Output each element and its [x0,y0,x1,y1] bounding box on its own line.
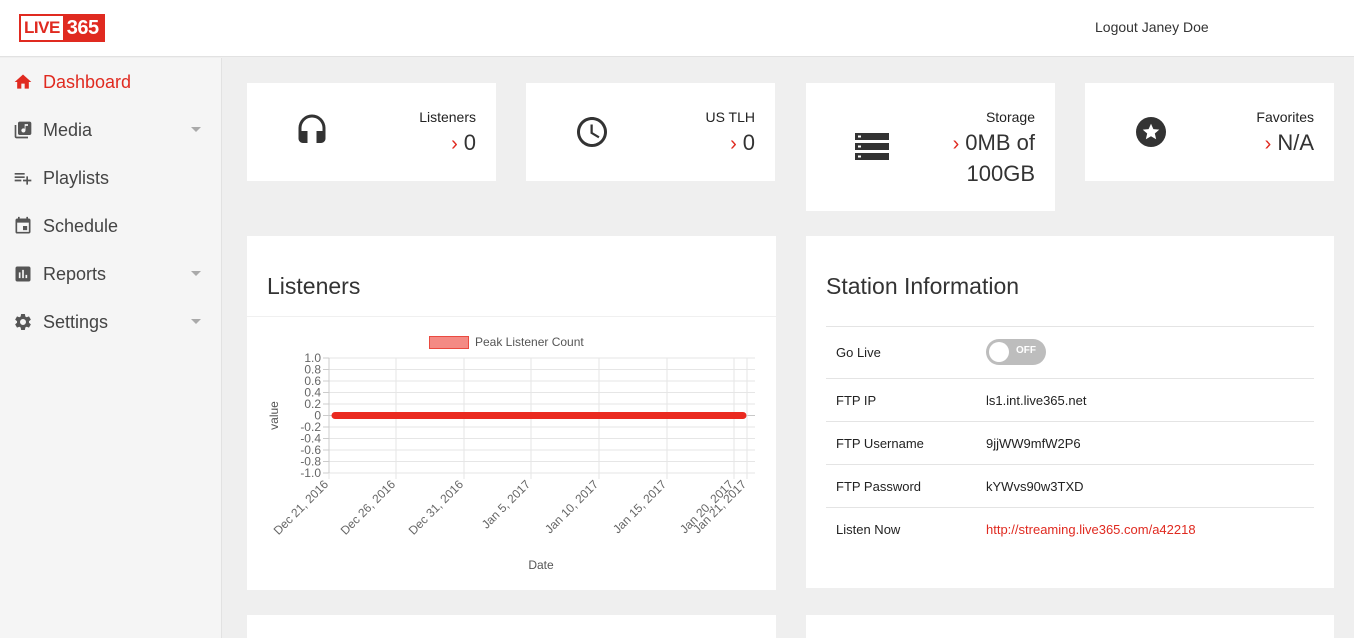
logo-number-text: 365 [62,16,103,40]
storage-used: 0MB of [965,130,1035,155]
playlist-add-icon [13,168,33,188]
sidebar-item-label: Settings [43,311,109,332]
info-value: ls1.int.live365.net [986,393,1087,408]
listeners-chart: 1.00.80.60.40.20-0.2-0.4-0.6-0.8-1.0Dec … [267,351,755,572]
info-key: Listen Now [836,522,901,537]
info-key: FTP IP [836,393,877,408]
favorites-count: N/A [1277,130,1314,155]
logo-live-text: LIVE [21,16,63,40]
storage-total: 100GB [966,161,1036,186]
info-row-go-live: Go Live OFF [826,326,1314,378]
info-key: Go Live [836,345,881,360]
x-axis-label: Date [528,558,554,572]
sidebar: Dashboard Media Playlists Schedule Repor… [0,58,222,638]
sidebar-item-label: Media [43,119,93,140]
stat-label: Storage [985,109,1035,125]
chevron-right-icon: › [730,133,737,155]
info-row-ftp-username: FTP Username 9jjWW9mfW2P6 [826,421,1314,464]
media-library-icon [13,120,33,140]
info-key: FTP Password [836,479,922,494]
sidebar-item-reports[interactable]: Reports [0,250,221,298]
info-row-ftp-password: FTP Password kYWvs90w3TXD [826,464,1314,507]
listeners-count: 0 [463,130,476,155]
home-icon [13,72,33,92]
storage-icon [854,129,890,165]
info-row-ftp-ip: FTP IP ls1.int.live365.net [826,378,1314,421]
live365-logo[interactable]: LIVE 365 [19,14,105,42]
star-icon [1133,114,1169,150]
listeners-stat-card: Listeners › 0 [247,83,496,181]
logout-link[interactable]: Logout [1095,19,1138,35]
toggle-label: OFF [1016,345,1036,356]
tlh-count: 0 [742,130,755,155]
stat-label: Favorites [1256,109,1314,125]
stat-value[interactable]: › 0 [451,128,476,159]
tlh-stat-card: US TLH › 0 [526,83,775,181]
listeners-panel: Listeners Peak Listener Count 1.0 0.8 0.6 0… [247,236,776,590]
x-tick-label: Dec 21, 2016 [271,477,332,538]
chevron-down-icon[interactable] [191,127,201,132]
panel-title: Station Information [826,273,1020,299]
toggle-knob [989,342,1009,362]
lower-panel-right [806,615,1334,638]
stat-value[interactable]: › 0 [730,128,755,159]
sidebar-item-label: Dashboard [43,71,132,92]
chevron-down-icon[interactable] [191,271,201,276]
listen-now-link[interactable]: http://streaming.live365.com/a42218 [986,522,1196,537]
sidebar-item-label: Playlists [43,167,110,188]
sidebar-item-playlists[interactable]: Playlists [0,154,221,202]
chevron-right-icon: › [1264,133,1272,155]
bar-chart-icon [13,264,33,284]
stat-label: US TLH [705,109,755,125]
go-live-toggle[interactable]: OFF [986,339,1046,365]
top-header: LIVE 365 Logout Janey Doe [0,0,1354,57]
sidebar-item-label: Reports [43,263,107,284]
y-tick-label: -1.0 [300,466,321,480]
user-name-link[interactable]: Janey Doe [1142,19,1209,35]
x-tick-label: Jan 15, 2017 [610,477,669,536]
info-row-listen-now: Listen Now http://streaming.live365.com/… [826,507,1314,550]
y-axis-label: value [267,401,281,430]
favorites-stat-card: Favorites › N/A [1085,83,1334,181]
x-tick-label: Dec 31, 2016 [406,477,467,538]
x-tick-label: Jan 10, 2017 [542,477,601,536]
sidebar-item-media[interactable]: Media [0,106,221,154]
header-user-links: Logout Janey Doe [1095,19,1209,35]
sidebar-item-settings[interactable]: Settings [0,298,221,346]
x-tick-label: Jan 5, 2017 [479,477,533,531]
info-key: FTP Username [836,436,924,451]
info-value: 9jjWW9mfW2P6 [986,436,1081,451]
stat-value[interactable]: › 0MB of 100GB [953,128,1035,188]
sidebar-item-schedule[interactable]: Schedule [0,202,221,250]
sidebar-item-label: Schedule [43,215,119,236]
chevron-right-icon: › [451,133,458,155]
lower-panel-left [247,615,776,638]
x-tick-label: Dec 26, 2016 [338,477,399,538]
sidebar-item-dashboard[interactable]: Dashboard [0,58,221,106]
gear-icon [13,312,33,332]
chevron-down-icon[interactable] [191,319,201,324]
stat-label: Listeners [419,109,476,125]
stat-value[interactable]: › N/A [1265,128,1314,159]
chevron-right-icon: › [952,133,960,155]
calendar-icon [13,216,33,236]
info-value: kYWvs90w3TXD [986,479,1084,494]
headphones-icon [294,113,330,149]
station-info-panel: Station Information Go Live OFF FTP IP l… [806,236,1334,588]
clock-icon [574,114,610,150]
storage-stat-card: Storage › 0MB of 100GB [806,83,1055,211]
